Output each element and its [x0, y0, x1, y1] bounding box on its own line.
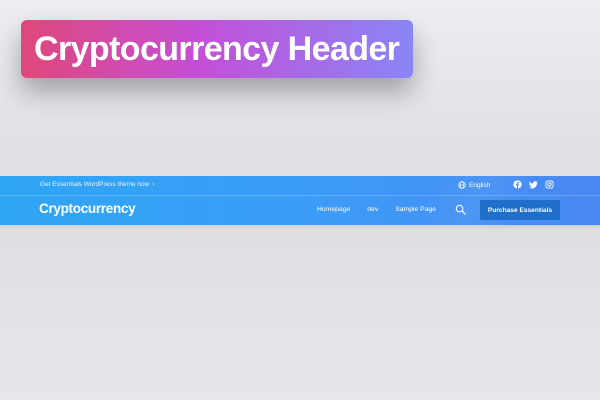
header-topbar: Get Essentials WordPress theme now › Eng… [0, 176, 600, 196]
facebook-icon[interactable] [513, 180, 522, 189]
instagram-icon[interactable] [545, 180, 554, 189]
language-switcher[interactable]: English [458, 181, 490, 189]
search-icon[interactable] [455, 204, 466, 215]
nav-item-sample-page[interactable]: Sample Page [395, 206, 436, 213]
social-links [513, 180, 554, 189]
badge-title: Cryptocurrency Header [34, 29, 400, 68]
site-logo[interactable]: Cryptocurrency [39, 201, 136, 216]
promo-link[interactable]: Get Essentials WordPress theme now › [40, 181, 155, 188]
nav-item-homepage[interactable]: Homepage [317, 206, 350, 213]
chevron-right-icon: › [152, 181, 155, 188]
site-header: Get Essentials WordPress theme now › Eng… [0, 176, 600, 225]
title-badge: Cryptocurrency Header [21, 20, 413, 78]
language-label: English [469, 181, 491, 189]
nav-item-dev[interactable]: dev [367, 206, 378, 213]
twitter-icon[interactable] [529, 180, 538, 189]
primary-nav: Homepage dev Sample Page [317, 206, 436, 213]
header-mainbar: Cryptocurrency Homepage dev Sample Page … [0, 196, 600, 225]
purchase-button[interactable]: Purchase Essentials [480, 200, 560, 220]
promo-text: Get Essentials WordPress theme now [40, 181, 150, 188]
globe-icon [458, 181, 466, 189]
